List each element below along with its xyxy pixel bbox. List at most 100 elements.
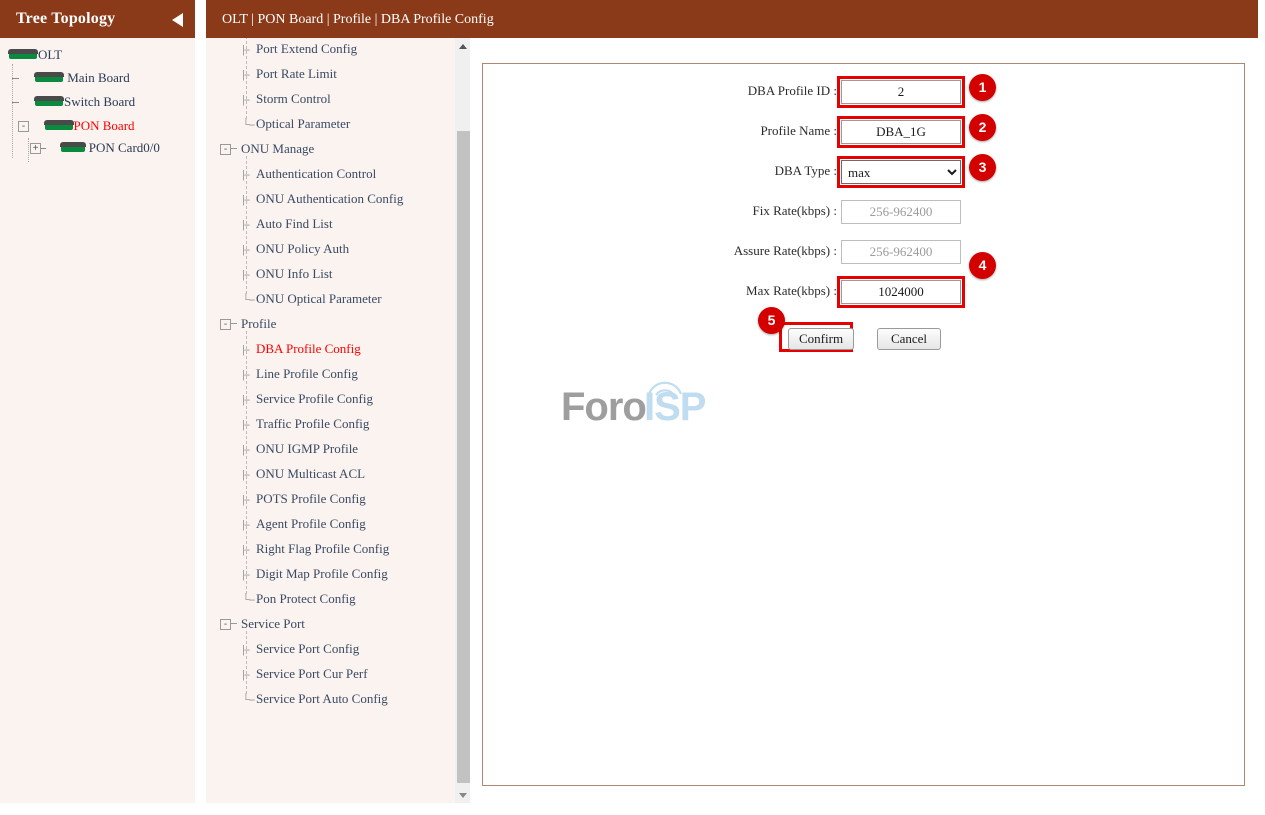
tree-branch-icon: |--	[242, 519, 250, 531]
nav-item-line-profile-config[interactable]: |-- Line Profile Config	[242, 365, 358, 382]
tree-node-main-board[interactable]: Main Board	[34, 69, 130, 87]
tree-branch-icon: |--	[242, 569, 250, 581]
tree-branch-icon: |--	[242, 244, 250, 256]
field-input-fix-rate-kbps	[841, 200, 961, 224]
tree-expander-expand-icon[interactable]: +	[30, 143, 41, 154]
triangle-left-icon[interactable]	[172, 13, 183, 27]
wifi-arc-icon	[647, 381, 683, 397]
nav-item-service-port-cur-perf[interactable]: |-- Service Port Cur Perf	[242, 665, 368, 682]
tree-topology-panel: Tree Topology OLT Main Board Switch Boar…	[0, 0, 195, 803]
scroll-up-icon[interactable]	[456, 40, 470, 52]
nav-item-port-rate-limit[interactable]: |-- Port Rate Limit	[242, 65, 337, 82]
nav-guide-line	[246, 631, 247, 694]
scrollbar-thumb[interactable]	[457, 131, 470, 783]
nav-group-service-port[interactable]: - Service Port	[220, 615, 305, 632]
main-header-bar: OLT | PON Board | Profile | DBA Profile …	[206, 0, 1258, 38]
tree-branch-icon: |--	[242, 544, 250, 556]
device-board-icon	[8, 49, 38, 60]
nav-item-label: Port Extend Config	[256, 41, 358, 56]
tree-node-label: Switch Board	[64, 94, 136, 109]
tree-branch-icon: |--	[242, 494, 250, 506]
nav-item-label: Service Port Config	[256, 641, 360, 656]
nav-item-label: Service Profile Config	[256, 391, 373, 406]
nav-group-label: Profile	[241, 316, 277, 331]
nav-item-label: ONU Authentication Config	[256, 191, 404, 206]
nav-group-onu-manage[interactable]: - ONU Manage	[220, 140, 314, 157]
nav-item-label: ONU IGMP Profile	[256, 441, 359, 456]
nav-expander-icon[interactable]: -	[220, 619, 231, 630]
nav-item-onu-policy-auth[interactable]: |-- ONU Policy Auth	[242, 240, 349, 257]
nav-item-onu-authentication-config[interactable]: |-- ONU Authentication Config	[242, 190, 403, 207]
tree-branch-icon: |--	[242, 194, 250, 206]
form-row-fix-rate-kbps: Fix Rate(kbps) :	[483, 198, 1083, 226]
nav-item-pon-protect-config[interactable]: └-- Pon Protect Config	[242, 590, 356, 607]
tree-node-label: Main Board	[67, 70, 130, 85]
annotation-badge-1: 1	[969, 74, 996, 101]
field-input-max-rate-kbps[interactable]	[841, 280, 961, 304]
annotation-badge-3: 3	[969, 154, 996, 181]
nav-item-optical-parameter[interactable]: └-- Optical Parameter	[242, 115, 350, 132]
field-input-dba-type[interactable]: fixassureassure+maxmax	[841, 160, 961, 184]
nav-item-onu-multicast-acl[interactable]: |-- ONU Multicast ACL	[242, 465, 365, 482]
nav-item-storm-control[interactable]: |-- Storm Control	[242, 90, 331, 107]
tree-connector	[12, 78, 19, 79]
nav-expander-icon[interactable]: -	[220, 144, 231, 155]
cancel-button[interactable]: Cancel	[877, 328, 941, 350]
nav-item-onu-igmp-profile[interactable]: |-- ONU IGMP Profile	[242, 440, 358, 457]
tree-branch-icon: |--	[242, 444, 250, 456]
tree-expander-collapse-icon[interactable]: -	[18, 121, 29, 132]
nav-item-service-port-auto-config[interactable]: └-- Service Port Auto Config	[242, 690, 388, 707]
nav-guide-line	[246, 156, 247, 294]
nav-item-auto-find-list[interactable]: |-- Auto Find List	[242, 215, 333, 232]
tree-node-label: OLT	[38, 47, 63, 62]
nav-expander-icon[interactable]: -	[220, 319, 231, 330]
tree-branch-icon: |--	[242, 169, 250, 181]
scroll-down-icon[interactable]	[456, 789, 470, 801]
nav-item-label: Traffic Profile Config	[256, 416, 370, 431]
nav-guide-line	[246, 331, 247, 594]
tree-node-olt[interactable]: OLT	[8, 46, 62, 64]
nav-group-label: ONU Manage	[241, 141, 315, 156]
tree-branch-icon: |--	[242, 94, 250, 106]
tree-branch-icon: |--	[242, 669, 250, 681]
nav-item-service-profile-config[interactable]: |-- Service Profile Config	[242, 390, 373, 407]
navigation-scrollbar[interactable]	[455, 38, 470, 803]
field-input-dba-profile-id[interactable]	[841, 80, 961, 104]
tree-node-pon-board[interactable]: - PON Board	[18, 117, 135, 135]
annotation-badge-2: 2	[969, 114, 996, 141]
nav-item-onu-optical-parameter[interactable]: └-- ONU Optical Parameter	[242, 290, 382, 307]
tree-branch-icon: |--	[242, 469, 250, 481]
nav-item-digit-map-profile-config[interactable]: |-- Digit Map Profile Config	[242, 565, 388, 582]
application-root: Tree Topology OLT Main Board Switch Boar…	[0, 0, 1265, 815]
nav-item-traffic-profile-config[interactable]: |-- Traffic Profile Config	[242, 415, 369, 432]
field-input-assure-rate-kbps	[841, 240, 961, 264]
nav-item-authentication-control[interactable]: |-- Authentication Control	[242, 165, 376, 182]
nav-item-label: ONU Optical Parameter	[256, 291, 382, 306]
field-input-profile-name[interactable]	[841, 120, 961, 144]
nav-item-pots-profile-config[interactable]: |-- POTS Profile Config	[242, 490, 366, 507]
nav-item-service-port-config[interactable]: |-- Service Port Config	[242, 640, 359, 657]
nav-item-label: Optical Parameter	[256, 116, 351, 131]
nav-group-profile[interactable]: - Profile	[220, 315, 276, 332]
nav-item-label: ONU Policy Auth	[256, 241, 350, 256]
field-label-fix-rate-kbps: Fix Rate(kbps) :	[752, 203, 838, 218]
nav-item-right-flag-profile-config[interactable]: |-- Right Flag Profile Config	[242, 540, 389, 557]
field-label-max-rate-kbps: Max Rate(kbps) :	[746, 283, 837, 298]
nav-item-onu-info-list[interactable]: |-- ONU Info List	[242, 265, 333, 282]
tree-branch-icon: |--	[242, 219, 250, 231]
nav-item-agent-profile-config[interactable]: |-- Agent Profile Config	[242, 515, 366, 532]
confirm-button[interactable]: Confirm	[788, 328, 855, 350]
tree-connector	[28, 138, 29, 162]
tree-connector	[12, 102, 19, 103]
tree-node-switch-board[interactable]: Switch Board	[34, 93, 135, 111]
nav-item-dba-profile-config[interactable]: |-- DBA Profile Config	[242, 340, 361, 357]
tree-node-pon-card[interactable]: + PON Card0/0	[30, 139, 160, 157]
annotation-badge-4: 4	[969, 252, 996, 279]
tree-branch-icon: |--	[242, 44, 250, 56]
nav-item-port-extend-config[interactable]: |-- Port Extend Config	[242, 40, 357, 57]
tree-branch-icon: |--	[242, 394, 250, 406]
navigation-panel: |-- Port Extend Config |-- Port Rate Limit |…	[206, 38, 468, 803]
device-board-icon	[59, 142, 86, 153]
nav-group-dash	[231, 323, 237, 324]
tree-branch-icon: |--	[242, 369, 250, 381]
